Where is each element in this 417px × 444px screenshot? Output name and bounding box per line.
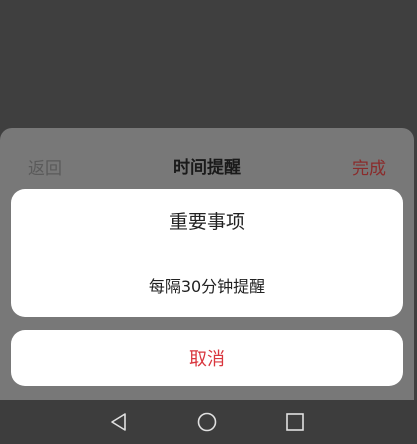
system-navigation-bar xyxy=(0,400,417,444)
action-sheet-title: 重要事项 xyxy=(168,211,245,233)
sheet-header: 返回 时间提醒 完成 xyxy=(0,128,414,196)
done-button[interactable]: 完成 xyxy=(352,154,386,179)
action-sheet-card: 重要事项 每隔30分钟提醒 xyxy=(11,189,403,317)
remind-interval-option[interactable]: 每隔30分钟提醒 xyxy=(11,273,403,297)
home-circle-icon[interactable] xyxy=(197,412,217,436)
recents-square-icon[interactable] xyxy=(285,412,305,436)
cancel-button[interactable]: 取消 xyxy=(11,330,403,386)
back-triangle-icon[interactable] xyxy=(109,412,129,436)
